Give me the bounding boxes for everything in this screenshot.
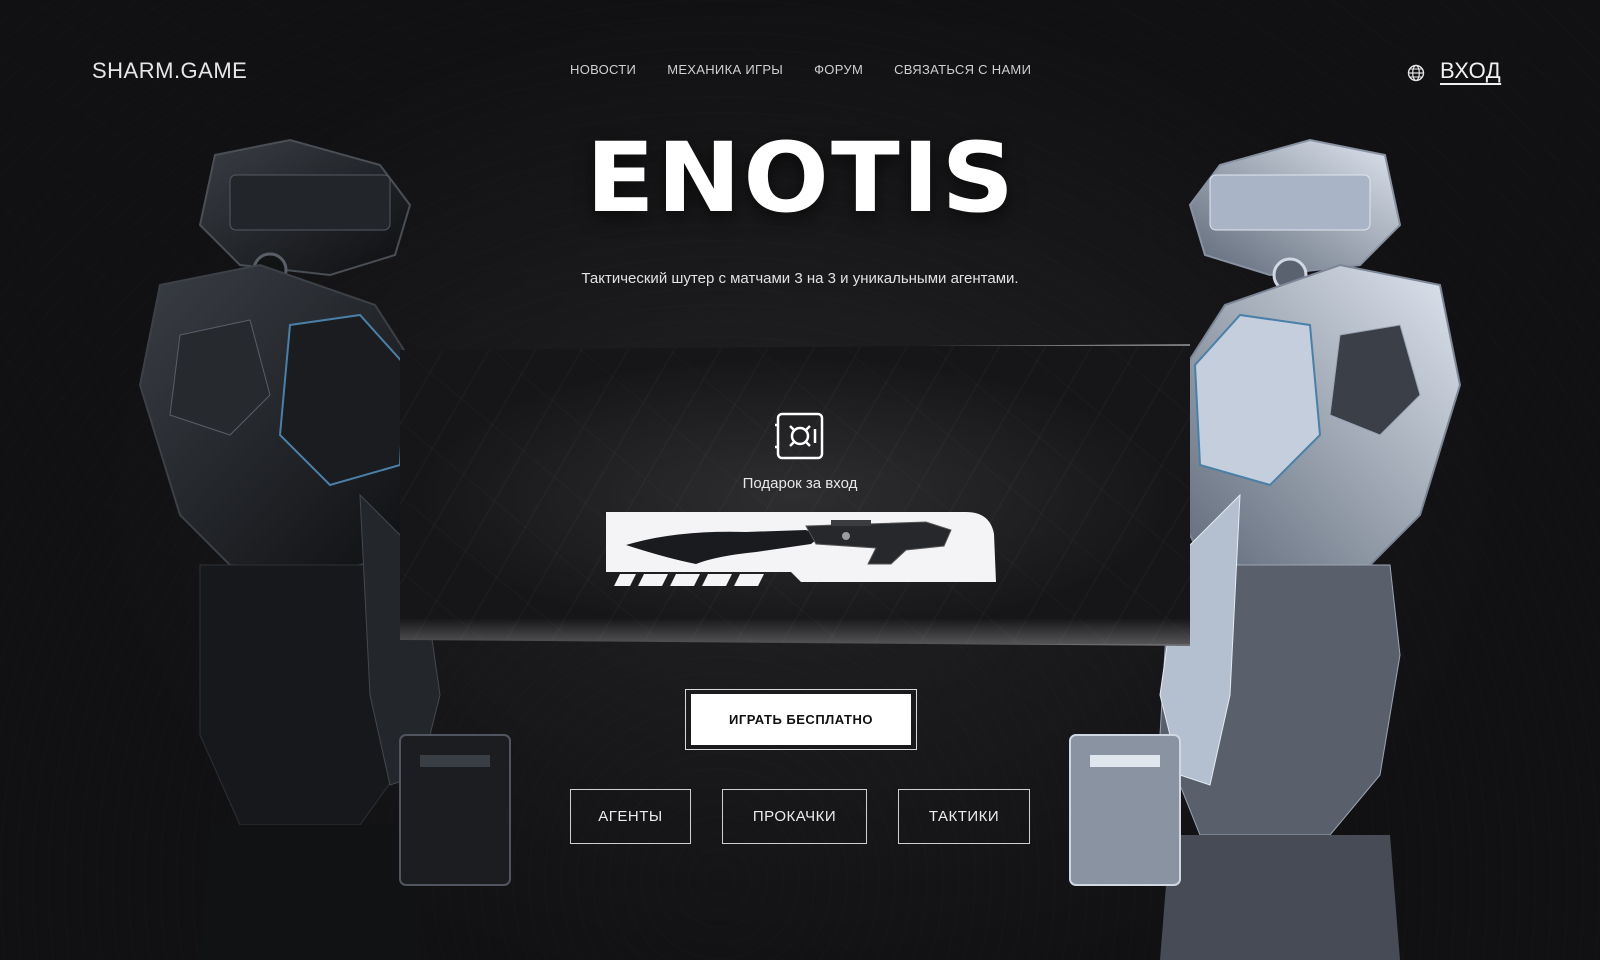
gift-label: Подарок за вход <box>742 475 858 492</box>
nav-item-news[interactable]: НОВОСТИ <box>570 62 636 77</box>
upgrades-button[interactable]: ПРОКАЧКИ <box>722 789 867 844</box>
gift-item-card[interactable] <box>606 512 996 586</box>
main-nav: НОВОСТИ МЕХАНИКА ИГРЫ ФОРУМ СВЯЗАТЬСЯ С … <box>570 62 1031 77</box>
agents-button[interactable]: АГЕНТЫ <box>570 789 691 844</box>
login-link[interactable]: ВХОД <box>1440 58 1501 84</box>
safe-icon <box>775 412 824 460</box>
play-free-button[interactable]: ИГРАТЬ БЕСПЛАТНО <box>691 694 911 745</box>
page-root: SHARM.GAME НОВОСТИ МЕХАНИКА ИГРЫ ФОРУМ С… <box>0 0 1600 960</box>
nav-item-mechanics[interactable]: МЕХАНИКА ИГРЫ <box>667 62 783 77</box>
site-logo[interactable]: SHARM.GAME <box>92 58 247 84</box>
nav-item-forum[interactable]: ФОРУМ <box>814 62 863 77</box>
nav-item-contact[interactable]: СВЯЗАТЬСЯ С НАМИ <box>894 62 1031 77</box>
tactics-button[interactable]: ТАКТИКИ <box>898 789 1030 844</box>
gift-banner <box>400 344 1190 646</box>
game-subtitle: Тактический шутер с матчами 3 на 3 и уни… <box>581 270 1019 287</box>
globe-icon[interactable] <box>1407 64 1425 82</box>
game-title: ENOTIS <box>585 122 1017 234</box>
